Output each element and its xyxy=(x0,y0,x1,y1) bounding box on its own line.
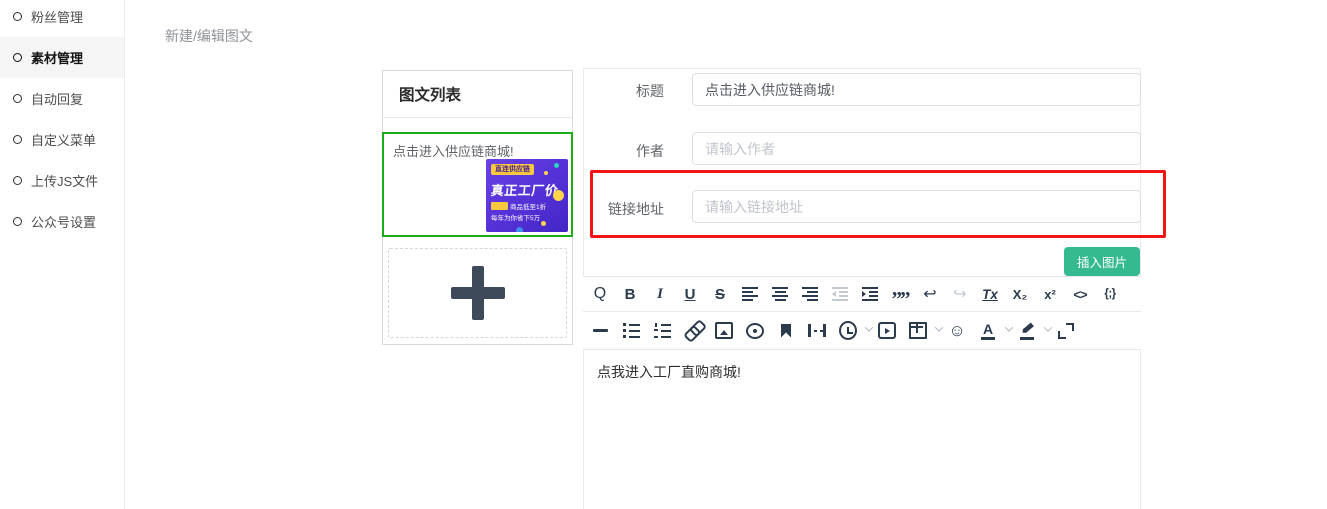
article-list-panel: 图文列表 点击进入供应链商城! 直连供应链 真正工厂价 商品低至1折 每年为你省… xyxy=(382,70,573,345)
clear-format-icon[interactable]: Tx xyxy=(981,284,999,304)
thumb-line1: 商品低至1折 xyxy=(491,201,546,211)
page-break-icon[interactable] xyxy=(808,321,826,341)
page-title: 新建/编辑图文 xyxy=(165,26,253,46)
chevron-down-icon[interactable] xyxy=(865,323,873,331)
thumb-badge: 直连供应链 xyxy=(491,164,534,175)
title-input[interactable] xyxy=(692,73,1141,106)
add-article-button[interactable] xyxy=(388,248,567,338)
table-icon[interactable] xyxy=(909,321,927,341)
thumb-chip xyxy=(491,202,508,210)
toolbar-row-2: ☺ A xyxy=(583,312,1141,349)
sidebar-item-label: 公众号设置 xyxy=(31,212,96,231)
article-card-selected[interactable]: 点击进入供应链商城! 直连供应链 真正工厂价 商品低至1折 每年为你省下5万 xyxy=(382,132,573,237)
undo-icon[interactable]: ↩ xyxy=(921,284,939,304)
align-right-icon[interactable] xyxy=(801,284,819,304)
video-icon[interactable] xyxy=(878,321,896,341)
subscript-icon[interactable]: X₂ xyxy=(1011,284,1029,304)
chevron-down-icon[interactable] xyxy=(1044,323,1052,331)
sidebar: 粉丝管理 素材管理 自动回复 自定义菜单 上传JS文件 公众号设置 xyxy=(0,0,125,509)
time-icon[interactable] xyxy=(839,321,857,341)
search-icon[interactable]: Q xyxy=(591,284,609,304)
link-field-label: 链接地址 xyxy=(594,199,664,219)
bullet-list-icon[interactable] xyxy=(622,321,640,341)
indent-icon[interactable] xyxy=(861,284,879,304)
fullscreen-icon[interactable] xyxy=(1057,321,1075,341)
radio-circle-icon xyxy=(13,53,22,62)
preview-icon[interactable] xyxy=(746,321,764,341)
insert-image-button[interactable]: 插入图片 xyxy=(1064,247,1140,276)
font-color-icon[interactable]: A xyxy=(979,321,997,341)
bookmark-icon[interactable] xyxy=(777,321,795,341)
radio-circle-icon xyxy=(13,135,22,144)
sidebar-item-upload-js[interactable]: 上传JS文件 xyxy=(0,160,124,201)
horizontal-rule-icon[interactable] xyxy=(591,321,609,341)
inline-code-icon[interactable]: <> xyxy=(1071,284,1089,304)
toolbar-row-1: Q B I U S ”” ↩ ↪ Tx X₂ x² <> {;} xyxy=(583,277,1141,312)
italic-icon[interactable]: I xyxy=(651,284,669,304)
redo-icon[interactable]: ↪ xyxy=(951,284,969,304)
decor-dot xyxy=(553,190,564,201)
sidebar-item-label: 素材管理 xyxy=(31,48,83,67)
align-left-icon[interactable] xyxy=(741,284,759,304)
radio-circle-icon xyxy=(13,12,22,21)
chevron-down-icon[interactable] xyxy=(935,323,943,331)
sidebar-item-account-settings[interactable]: 公众号设置 xyxy=(0,201,124,242)
sidebar-item-label: 粉丝管理 xyxy=(31,7,83,26)
editor-toolbar: Q B I U S ”” ↩ ↪ Tx X₂ x² <> {;} xyxy=(583,276,1141,350)
emoji-icon[interactable]: ☺ xyxy=(948,321,966,341)
radio-circle-icon xyxy=(13,217,22,226)
article-editor-panel: 标题 作者 链接地址 插入图片 Q B I U S ”” ↩ ↪ Tx X₂ x… xyxy=(583,68,1141,509)
superscript-icon[interactable]: x² xyxy=(1041,284,1059,304)
link-icon[interactable] xyxy=(680,317,707,344)
sidebar-item-label: 自定义菜单 xyxy=(31,130,96,149)
code-block-icon[interactable]: {;} xyxy=(1101,284,1119,304)
decor-dot xyxy=(516,227,523,232)
decor-dot xyxy=(554,163,559,168)
link-input[interactable] xyxy=(692,190,1141,223)
sidebar-item-fans[interactable]: 粉丝管理 xyxy=(0,0,124,37)
outdent-icon[interactable] xyxy=(831,284,849,304)
author-input[interactable] xyxy=(692,132,1141,165)
ordered-list-icon[interactable] xyxy=(653,321,671,341)
editor-content-area[interactable]: 点我进入工厂直购商城! xyxy=(584,351,1140,509)
article-thumbnail: 直连供应链 真正工厂价 商品低至1折 每年为你省下5万 xyxy=(486,159,568,232)
sidebar-item-label: 上传JS文件 xyxy=(31,171,98,190)
radio-circle-icon xyxy=(13,94,22,103)
chevron-down-icon[interactable] xyxy=(1005,323,1013,331)
title-field-label: 标题 xyxy=(594,81,664,101)
author-field-label: 作者 xyxy=(594,141,664,161)
strikethrough-icon[interactable]: S xyxy=(711,284,729,304)
highlight-color-icon[interactable] xyxy=(1018,321,1036,341)
sidebar-item-custom-menu[interactable]: 自定义菜单 xyxy=(0,119,124,160)
sidebar-item-auto-reply[interactable]: 自动回复 xyxy=(0,78,124,119)
thumb-line2: 每年为你省下5万 xyxy=(491,212,540,222)
decor-dot xyxy=(544,171,548,175)
align-center-icon[interactable] xyxy=(771,284,789,304)
thumb-headline: 真正工厂价 xyxy=(490,180,560,199)
sidebar-item-label: 自动回复 xyxy=(31,89,83,108)
decor-dot xyxy=(541,221,546,226)
image-icon[interactable] xyxy=(715,321,733,341)
plus-icon xyxy=(451,266,505,320)
underline-icon[interactable]: U xyxy=(681,284,699,304)
blockquote-icon[interactable]: ”” xyxy=(891,284,909,304)
article-list-title: 图文列表 xyxy=(383,71,572,118)
bold-icon[interactable]: B xyxy=(621,284,639,304)
radio-circle-icon xyxy=(13,176,22,185)
sidebar-item-material[interactable]: 素材管理 xyxy=(0,37,124,78)
article-card-title: 点击进入供应链商城! xyxy=(384,134,571,160)
